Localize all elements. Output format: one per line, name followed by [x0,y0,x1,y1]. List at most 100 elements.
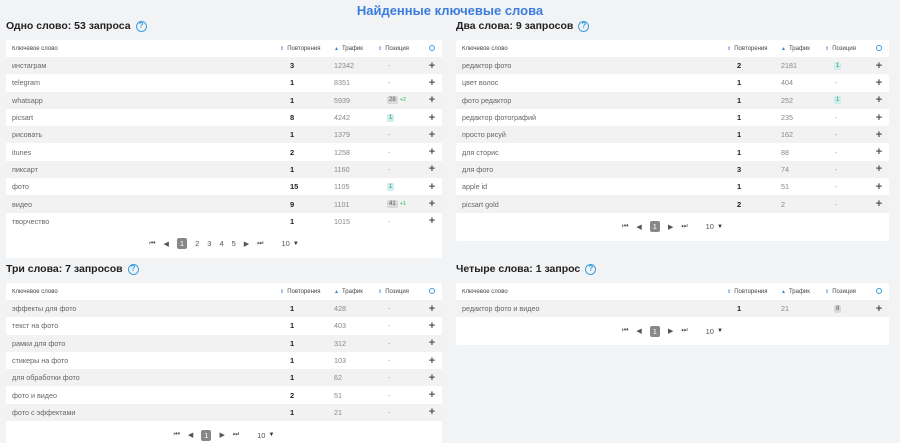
prev-page-icon[interactable]: ◀ [164,240,169,248]
section-header: Три слова: 7 запросов? [6,261,442,277]
last-page-icon[interactable]: ⏭ [681,223,687,231]
add-cell: + [422,94,442,106]
position-delta: +2 [399,97,406,104]
column-position[interactable]: ⇕ Позиция [825,289,869,295]
plus-icon[interactable]: + [429,372,435,384]
plus-icon[interactable]: + [876,94,882,106]
position-delta: +1 [399,201,406,208]
help-icon[interactable]: ? [135,20,147,32]
next-page-icon[interactable]: ▶ [219,431,224,439]
plus-icon[interactable]: + [429,303,435,315]
plus-icon[interactable]: + [876,112,882,124]
next-page-icon[interactable]: ▶ [668,327,673,335]
plus-icon[interactable]: + [876,181,882,193]
help-icon[interactable]: ? [578,20,590,32]
first-page-icon[interactable]: ⏮ [622,223,628,231]
section-one-word: Одно слово: 53 запроса? Ключевое слово ⇕ По… [6,18,442,258]
page-number[interactable]: 3 [207,239,211,248]
column-traffic[interactable]: ▲ Трафик [334,46,378,52]
page-number[interactable]: 1 [649,221,660,233]
repeats-cell: 1 [290,356,295,366]
first-page-icon[interactable]: ⏮ [622,327,628,335]
column-repeats[interactable]: ⇕ Повторения [280,46,334,52]
last-page-icon[interactable]: ⏭ [257,240,263,248]
prev-page-icon[interactable]: ◀ [636,223,641,231]
column-traffic[interactable]: ▲ Трафик [334,289,378,295]
column-traffic[interactable]: ▲ Трафик [781,46,825,52]
info-icon[interactable] [429,287,435,294]
page-number[interactable]: 5 [232,239,236,248]
per-page-select[interactable]: 10 ▼ [257,431,274,440]
prev-page-icon[interactable]: ◀ [636,327,641,335]
keyword-cell: редактор фото [462,61,512,71]
next-page-icon[interactable]: ▶ [668,223,673,231]
plus-icon[interactable]: + [429,77,435,89]
per-page-select[interactable]: 10 ▼ [706,327,723,336]
column-repeats[interactable]: ⇕ Повторения [727,289,781,295]
traffic-cell: 1379 [334,130,350,140]
repeats-cell: 1 [290,130,295,140]
plus-icon[interactable]: + [876,146,882,158]
repeats-cell: 1 [290,338,295,348]
column-repeats[interactable]: ⇕ Повторения [280,289,334,295]
info-icon[interactable] [876,287,882,294]
plus-icon[interactable]: + [429,406,435,418]
next-page-icon[interactable]: ▶ [244,240,249,248]
plus-icon[interactable]: + [876,303,882,315]
column-traffic[interactable]: ▲ Трафик [781,289,825,295]
plus-icon[interactable]: + [429,389,435,401]
repeats-cell: 3 [290,61,295,71]
per-page-select[interactable]: 10 ▼ [281,239,298,248]
plus-icon[interactable]: + [429,94,435,106]
page-number[interactable]: 1 [201,429,212,441]
plus-icon[interactable]: + [429,181,435,193]
plus-icon[interactable]: + [429,337,435,349]
plus-icon[interactable]: + [429,163,435,175]
plus-icon[interactable]: + [429,60,435,72]
traffic-cell: 1105 [334,182,350,192]
plus-icon[interactable]: + [429,146,435,158]
position-cell: - [378,391,422,400]
column-position[interactable]: ⇕ Позиция [825,46,869,52]
table-row: редактор фото и видео 1 21 8 + [456,300,889,318]
pagination: ⏮ ◀ 1 2 3 4 5 ▶ ⏭ 10 ▼ [6,230,442,258]
column-position[interactable]: ⇕ Позиция [378,46,422,52]
keyword-cell: для фото [462,164,494,174]
page-number[interactable]: 4 [219,239,223,248]
table-row: рамки для фото 1 312 - + [6,334,442,352]
plus-icon[interactable]: + [429,198,435,210]
plus-icon[interactable]: + [876,163,882,175]
prev-page-icon[interactable]: ◀ [188,431,193,439]
column-position[interactable]: ⇕ Позиция [378,289,422,295]
traffic-cell: 21 [781,304,789,314]
position-cell: 1 [378,113,422,122]
table-row: просто рисуй 1 162 - + [456,126,889,144]
per-page-select[interactable]: 10 ▼ [706,222,723,231]
help-icon[interactable]: ? [585,263,597,275]
table-row: для фото 3 74 - + [456,160,889,179]
table-row: для сторис 1 88 - + [456,143,889,160]
plus-icon[interactable]: + [429,320,435,332]
column-repeats[interactable]: ⇕ Повторения [727,46,781,52]
keyword-cell: стикеры на фото [12,356,69,366]
last-page-icon[interactable]: ⏭ [681,327,687,335]
plus-icon[interactable]: + [876,129,882,141]
info-icon[interactable] [429,44,435,51]
page-number[interactable]: 1 [649,325,660,337]
page-number[interactable]: 2 [195,239,199,248]
info-icon[interactable] [876,44,882,51]
plus-icon[interactable]: + [429,129,435,141]
plus-icon[interactable]: + [876,198,882,210]
table-row: фото редактор 1 252 1 + [456,91,889,109]
last-page-icon[interactable]: ⏭ [233,431,239,439]
first-page-icon[interactable]: ⏮ [149,240,155,248]
first-page-icon[interactable]: ⏮ [174,431,180,439]
help-icon[interactable]: ? [127,263,139,275]
plus-icon[interactable]: + [429,355,435,367]
plus-icon[interactable]: + [876,60,882,72]
table-row: цвет волос 1 404 - + [456,74,889,91]
plus-icon[interactable]: + [429,112,435,124]
page-number[interactable]: 1 [176,238,188,250]
plus-icon[interactable]: + [876,77,882,89]
plus-icon[interactable]: + [429,215,435,227]
